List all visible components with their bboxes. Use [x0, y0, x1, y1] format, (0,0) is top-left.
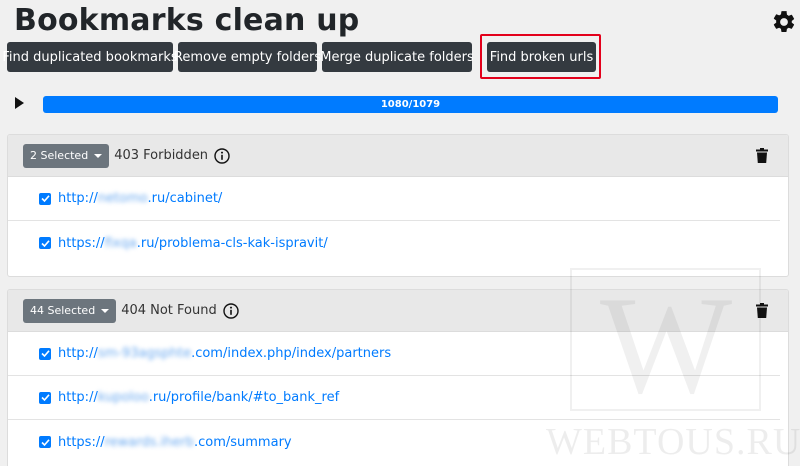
- caret-down-icon: [101, 308, 110, 313]
- watermark-text: WEBTOUS.RU: [546, 421, 800, 463]
- check-icon: [40, 239, 50, 247]
- selected-dropdown[interactable]: 44 Selected: [23, 298, 117, 323]
- group-header: 2 Selected 403 Forbidden: [8, 135, 788, 177]
- gear-icon[interactable]: [771, 9, 797, 35]
- selected-count-label: 44 Selected: [30, 304, 96, 317]
- list-item: https://fixqa.ru/problema-cls-kak-isprav…: [8, 221, 780, 265]
- progress-fill: 1080/1079: [43, 96, 778, 113]
- watermark-logo: W: [600, 268, 733, 423]
- checkbox[interactable]: [39, 192, 51, 205]
- bookmark-url-link[interactable]: https://rewards.iherb.com/summary: [58, 435, 292, 450]
- play-icon[interactable]: [15, 97, 24, 109]
- bookmark-url-link[interactable]: http://netomo.ru/cabinet/: [58, 191, 222, 206]
- result-group-403: 2 Selected 403 Forbidden http://netomo.r…: [7, 134, 789, 277]
- status-label: 404 Not Found: [121, 303, 217, 318]
- progress-bar: 1080/1079: [43, 96, 778, 113]
- checkbox[interactable]: [39, 436, 51, 448]
- list-item: http://netomo.ru/cabinet/: [8, 177, 780, 221]
- info-icon[interactable]: [223, 302, 239, 319]
- page-title: Bookmarks clean up: [14, 3, 360, 38]
- find-duplicated-bookmarks-button[interactable]: Find duplicated bookmarks: [2, 42, 178, 72]
- merge-duplicate-folders-button[interactable]: Merge duplicate folders: [320, 42, 474, 72]
- bookmark-url-link[interactable]: http://kupoloo.ru/profile/bank/#to_bank_…: [58, 390, 339, 405]
- selected-dropdown[interactable]: 2 Selected: [23, 143, 110, 168]
- bookmark-url-link[interactable]: http://sm-93agsphte.com/index.php/index/…: [58, 346, 391, 361]
- check-icon: [40, 195, 50, 203]
- checkbox[interactable]: [39, 347, 51, 360]
- status-label: 403 Forbidden: [114, 148, 209, 163]
- checkbox[interactable]: [39, 391, 51, 404]
- highlight-frame: [480, 34, 601, 79]
- check-icon: [40, 438, 50, 446]
- remove-empty-folders-button[interactable]: Remove empty folders: [174, 42, 321, 72]
- caret-down-icon: [94, 153, 103, 158]
- selected-count-label: 2 Selected: [30, 149, 89, 162]
- check-icon: [40, 394, 50, 402]
- trash-icon[interactable]: [756, 148, 768, 163]
- bookmark-url-link[interactable]: https://fixqa.ru/problema-cls-kak-isprav…: [58, 236, 328, 251]
- checkbox[interactable]: [39, 237, 51, 249]
- check-icon: [40, 350, 50, 358]
- info-icon[interactable]: [214, 147, 230, 164]
